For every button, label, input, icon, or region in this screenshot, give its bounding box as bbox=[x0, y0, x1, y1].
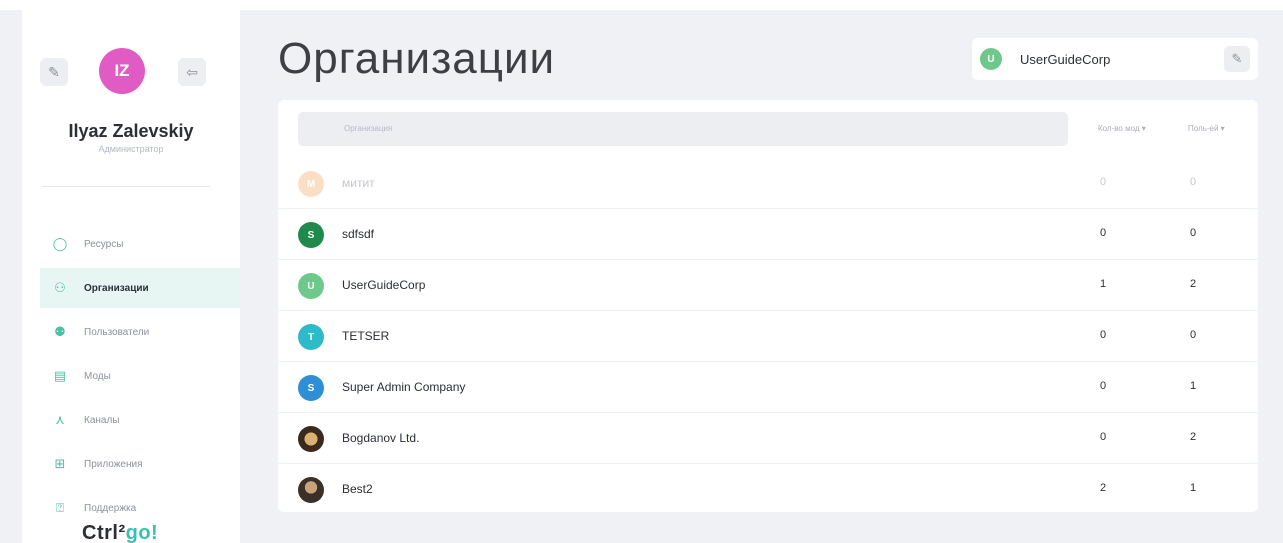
org-photo-avatar bbox=[298, 477, 324, 503]
table-header: Организация Кол-во мод ▾ Поль-ей ▾ bbox=[298, 112, 1238, 146]
modes-count: 0 bbox=[1100, 431, 1107, 443]
edit-profile-button[interactable]: ✎ bbox=[40, 58, 68, 86]
table-row[interactable]: Ммитит 0 0 bbox=[278, 158, 1258, 209]
org-tree-icon: ⚇ bbox=[54, 280, 66, 295]
logo-text: Ctrl² bbox=[82, 522, 126, 543]
document-icon: ▤ bbox=[53, 368, 67, 383]
user-name: Ilyaz Zalevskiy bbox=[68, 121, 194, 141]
org-name: Super Admin Company bbox=[342, 380, 466, 394]
sidebar-item-apps[interactable]: ⊞ Приложения bbox=[40, 444, 240, 484]
users-count: 1 bbox=[1190, 482, 1197, 494]
sidebar-item-users[interactable]: ⚉ Пользователи bbox=[40, 312, 240, 352]
sidebar-item-label: Моды bbox=[84, 370, 111, 382]
profile-header: ✎ IZ ⇦ bbox=[22, 48, 240, 96]
org-badge: U bbox=[980, 48, 1002, 70]
users-count: 0 bbox=[1190, 227, 1197, 239]
sidebar-item-label: Каналы bbox=[84, 414, 120, 426]
current-org-selector[interactable]: U UserGuideCorp ✎ bbox=[972, 38, 1258, 80]
modes-count: 0 bbox=[1100, 227, 1107, 239]
sidebar-item-resources[interactable]: ◯ Ресурсы bbox=[40, 224, 240, 264]
users-count: 1 bbox=[1190, 380, 1197, 392]
sidebar: ✎ IZ ⇦ Ilyaz Zalevskiy Администратор ◯ Р… bbox=[22, 10, 240, 543]
logo-accent: go! bbox=[125, 522, 159, 543]
org-badge: T bbox=[298, 324, 324, 350]
channels-icon: ⋏ bbox=[55, 412, 65, 427]
page-title: Организации bbox=[278, 34, 556, 83]
logo: Ctrl²go! bbox=[82, 522, 158, 543]
table-row[interactable]: Best2 2 1 bbox=[278, 464, 1258, 515]
table-row[interactable]: S Super Admin Company 0 1 bbox=[278, 362, 1258, 413]
table-row[interactable]: U UserGuideCorp 1 2 bbox=[278, 260, 1258, 311]
apps-grid-icon: ⊞ bbox=[54, 456, 66, 471]
sidebar-item-organizations[interactable]: ⚇ Организации bbox=[40, 268, 240, 308]
table-row[interactable]: Bogdanov Ltd. 0 2 bbox=[278, 413, 1258, 464]
edit-org-button[interactable]: ✎ bbox=[1224, 46, 1250, 72]
avatar[interactable]: IZ bbox=[99, 48, 145, 94]
sidebar-item-modes[interactable]: ▤ Моды bbox=[40, 356, 240, 396]
users-count: 0 bbox=[1190, 176, 1197, 188]
org-name: Bogdanov Ltd. bbox=[342, 431, 420, 445]
logout-icon: ⇦ bbox=[186, 63, 198, 80]
current-org-name: UserGuideCorp bbox=[1020, 51, 1111, 67]
modes-count: 1 bbox=[1100, 278, 1107, 290]
logout-button[interactable]: ⇦ bbox=[178, 58, 206, 86]
users-count: 0 bbox=[1190, 329, 1197, 341]
sidebar-item-channels[interactable]: ⋏ Каналы bbox=[40, 400, 240, 440]
sidebar-item-label: Поддержка bbox=[84, 502, 137, 514]
users-count: 2 bbox=[1190, 278, 1197, 290]
users-icon: ⚉ bbox=[54, 324, 66, 339]
pencil-icon: ✎ bbox=[1231, 51, 1243, 66]
org-badge: U bbox=[298, 273, 324, 299]
help-icon: ⍰ bbox=[56, 500, 64, 515]
sidebar-item-label: Пользователи bbox=[84, 326, 150, 338]
table-row[interactable]: Ssdfsdf 0 0 bbox=[278, 209, 1258, 260]
org-badge: S bbox=[298, 375, 324, 401]
circle-icon: ◯ bbox=[52, 236, 68, 251]
org-badge: S bbox=[298, 222, 324, 248]
org-photo-avatar bbox=[298, 426, 324, 452]
modes-count: 0 bbox=[1100, 329, 1107, 341]
users-count: 2 bbox=[1190, 431, 1197, 443]
table-row[interactable]: T TETSER 0 0 bbox=[278, 311, 1258, 362]
pencil-icon: ✎ bbox=[48, 63, 60, 80]
sidebar-item-label: Организации bbox=[84, 282, 149, 294]
org-name: Best2 bbox=[342, 482, 373, 496]
modes-count: 2 bbox=[1100, 482, 1107, 494]
sidebar-item-label: Ресурсы bbox=[84, 238, 124, 250]
sidebar-item-label: Приложения bbox=[84, 458, 143, 470]
column-header-users[interactable]: Поль-ей ▾ bbox=[1188, 112, 1225, 146]
modes-count: 0 bbox=[1100, 176, 1107, 188]
user-role: Администратор bbox=[98, 144, 164, 154]
divider bbox=[42, 186, 210, 187]
org-name: sdfsdf bbox=[342, 227, 375, 241]
column-header-modes[interactable]: Кол-во мод ▾ bbox=[1098, 112, 1146, 146]
column-header-org[interactable]: Организация bbox=[298, 112, 1068, 146]
org-name: митит bbox=[342, 176, 375, 190]
org-name: UserGuideCorp bbox=[342, 278, 426, 292]
sidebar-nav: ◯ Ресурсы ⚇ Организации ⚉ Пользователи ▤… bbox=[40, 224, 240, 532]
org-badge: М bbox=[298, 171, 324, 197]
modes-count: 0 bbox=[1100, 380, 1107, 392]
organizations-table: Организация Кол-во мод ▾ Поль-ей ▾ Ммити… bbox=[278, 100, 1258, 512]
org-name: TETSER bbox=[342, 329, 390, 343]
